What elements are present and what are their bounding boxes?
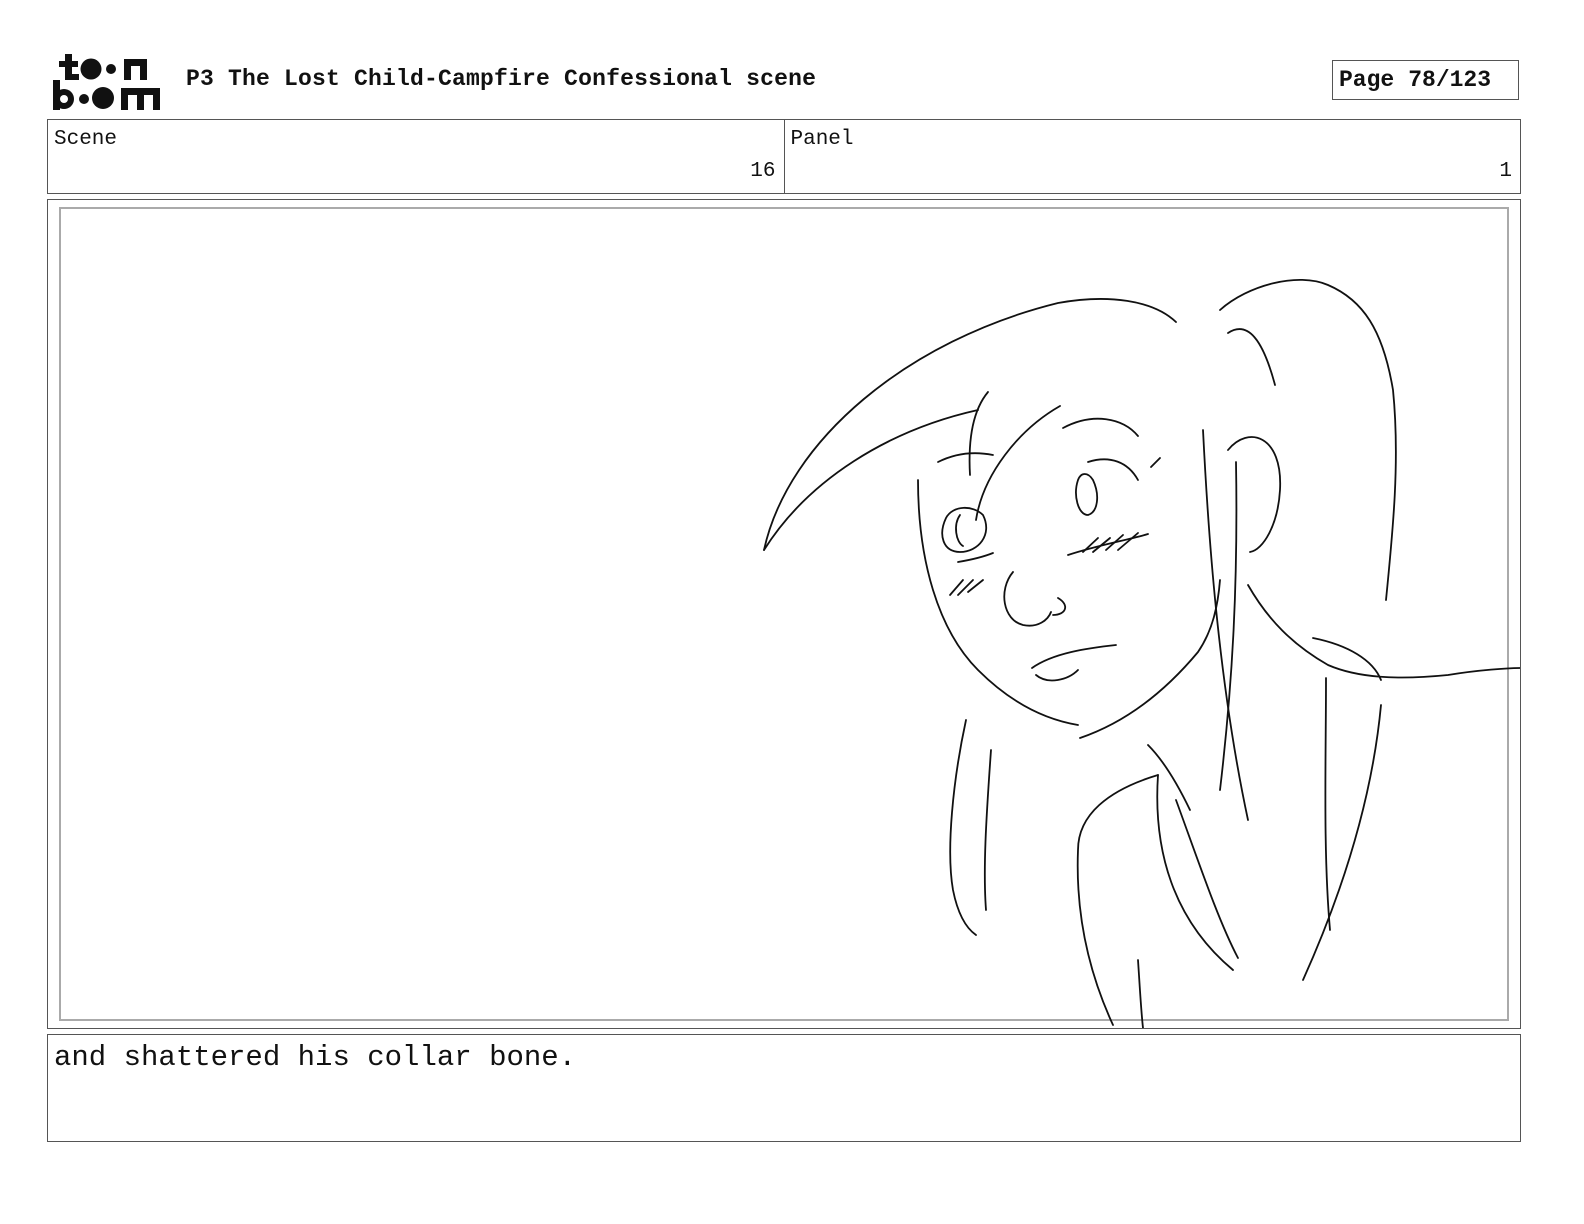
storyboard-panel [47, 199, 1521, 1029]
character-sketch [763, 279, 1520, 1028]
page-number: 78/123 [1408, 67, 1492, 93]
page-indicator: Page 78/123 [1332, 60, 1519, 100]
scene-number: 16 [750, 160, 776, 183]
toon-boom-logo [53, 54, 160, 110]
dialogue-box: and shattered his collar bone. [47, 1034, 1521, 1142]
page-label: Page [1339, 67, 1395, 93]
dialogue-text: and shattered his collar bone. [54, 1041, 577, 1074]
scene-label: Scene [54, 128, 118, 151]
panel-cell: Panel 1 [783, 120, 1521, 193]
scene-cell: Scene 16 [48, 120, 784, 193]
panel-label: Panel [790, 128, 854, 151]
scene-panel-info: Scene 16 Panel 1 [47, 119, 1521, 194]
document-title: P3 The Lost Child-Campfire Confessional … [186, 66, 817, 92]
panel-number: 1 [1499, 160, 1512, 183]
